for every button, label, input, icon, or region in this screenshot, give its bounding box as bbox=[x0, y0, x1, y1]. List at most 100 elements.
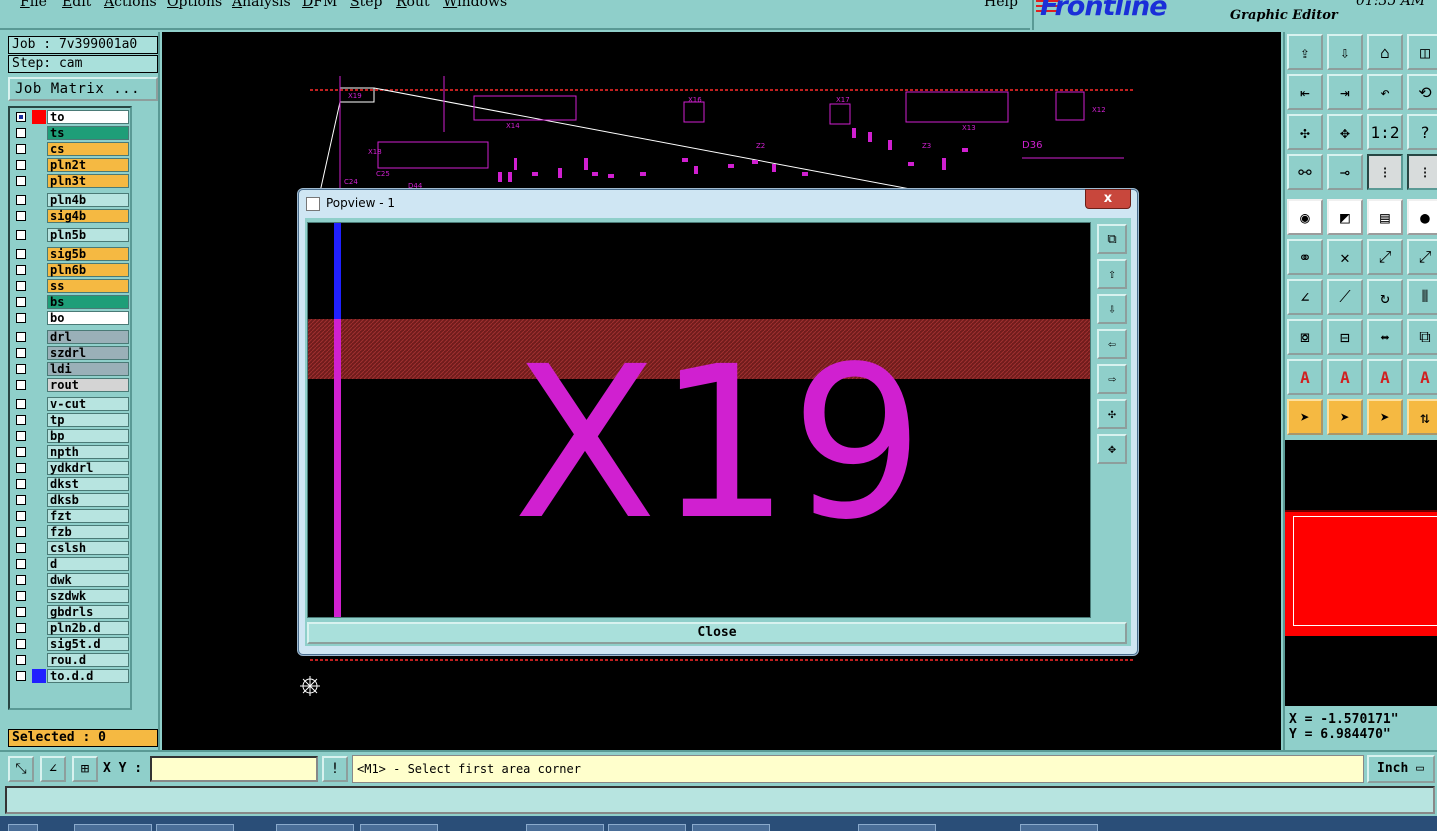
layer-name[interactable]: ts bbox=[47, 126, 129, 140]
pan-up-tool-button[interactable]: ⇪ bbox=[1287, 34, 1323, 70]
draw-line-tool-button[interactable]: ⟋ bbox=[1327, 279, 1363, 315]
layer-row-pln4b[interactable]: pln4b bbox=[12, 193, 130, 207]
layer-row-d[interactable]: d bbox=[12, 557, 130, 571]
taskbar-item[interactable] bbox=[608, 824, 686, 831]
layer-row-ldi[interactable]: ldi bbox=[12, 362, 130, 376]
layer-checkbox[interactable] bbox=[16, 380, 26, 390]
net-tool-button[interactable]: ⚭ bbox=[1287, 239, 1323, 275]
layer-checkbox[interactable] bbox=[16, 265, 26, 275]
pan-right-tool-button[interactable]: ⇥ bbox=[1327, 74, 1363, 110]
layer-row-dksb[interactable]: dksb bbox=[12, 493, 130, 507]
pan-left-tool-button[interactable]: ⇤ bbox=[1287, 74, 1323, 110]
layer-row-tp[interactable]: tp bbox=[12, 413, 130, 427]
unit-selector[interactable]: Inch ▭ bbox=[1367, 755, 1435, 783]
layer-name[interactable]: pln5b bbox=[47, 228, 129, 242]
layer-row-pln2t[interactable]: pln2t bbox=[12, 158, 130, 172]
layer-checkbox[interactable] bbox=[16, 128, 26, 138]
pad-group-tool-button[interactable]: ⧉ bbox=[1407, 319, 1437, 355]
layer-checkbox[interactable] bbox=[16, 655, 26, 665]
popview-pan-up-button[interactable]: ⇧ bbox=[1097, 259, 1127, 289]
layer-checkbox[interactable] bbox=[16, 511, 26, 521]
layer-row-to[interactable]: to bbox=[12, 110, 130, 124]
layer-checkbox[interactable] bbox=[16, 249, 26, 259]
layer-name[interactable]: d bbox=[47, 557, 129, 571]
angle-tool-button[interactable]: ∠ bbox=[1287, 279, 1323, 315]
layer-feature-tool-button[interactable]: ⁝ bbox=[1367, 154, 1403, 190]
popview-close-button[interactable]: Close bbox=[307, 622, 1127, 644]
layer-row-pln6b[interactable]: pln6b bbox=[12, 263, 130, 277]
layer-row-cslsh[interactable]: cslsh bbox=[12, 541, 130, 555]
layer-name[interactable]: sig4b bbox=[47, 209, 129, 223]
layer-checkbox[interactable] bbox=[16, 144, 26, 154]
window-split-tool-button[interactable]: ◫ bbox=[1407, 34, 1437, 70]
layer-checkbox[interactable] bbox=[16, 543, 26, 553]
layer-name[interactable]: cslsh bbox=[47, 541, 129, 555]
pointer-4-tool-button[interactable]: ⇅ bbox=[1407, 399, 1437, 435]
redraw-tool-button[interactable]: ⟲ bbox=[1407, 74, 1437, 110]
snap-mode-button[interactable]: ⤡ bbox=[8, 756, 34, 782]
layer-checkbox[interactable] bbox=[16, 623, 26, 633]
connect-2-tool-button[interactable]: ⤢ bbox=[1407, 239, 1437, 275]
layer-checkbox[interactable] bbox=[16, 297, 26, 307]
menu-rout[interactable]: Rout bbox=[396, 0, 430, 10]
layer-name[interactable]: tp bbox=[47, 413, 129, 427]
popview-titlebar[interactable]: Popview - 1 x bbox=[299, 189, 1137, 216]
layer-feature-2-tool-button[interactable]: ⁝ bbox=[1407, 154, 1437, 190]
layer-row-pln3t[interactable]: pln3t bbox=[12, 174, 130, 188]
layer-row-ss[interactable]: ss bbox=[12, 279, 130, 293]
taskbar-item[interactable] bbox=[526, 824, 604, 831]
layer-checkbox[interactable] bbox=[16, 431, 26, 441]
menu-help[interactable]: Help bbox=[984, 0, 1018, 10]
pointer-3-tool-button[interactable]: ➤ bbox=[1367, 399, 1403, 435]
menu-file[interactable]: File bbox=[20, 0, 47, 10]
layer-name[interactable]: dkst bbox=[47, 477, 129, 491]
zoom-fit-tool-button[interactable]: ✣ bbox=[1287, 114, 1323, 150]
home-tool-button[interactable]: ⌂ bbox=[1367, 34, 1403, 70]
layer-row-pln5b[interactable]: pln5b bbox=[12, 228, 130, 242]
zoom-out-tool-button[interactable]: ✥ bbox=[1327, 114, 1363, 150]
popview-pan-right-button[interactable]: ⇨ bbox=[1097, 364, 1127, 394]
menu-step[interactable]: Step bbox=[350, 0, 382, 10]
popview-zoom-fit-button[interactable]: ⧉ bbox=[1097, 224, 1127, 254]
text-edit-4-tool-button[interactable]: A bbox=[1407, 359, 1437, 395]
popview-zoom-out-button[interactable]: ✥ bbox=[1097, 434, 1127, 464]
layer-checkbox[interactable] bbox=[16, 415, 26, 425]
popview-pan-left-button[interactable]: ⇦ bbox=[1097, 329, 1127, 359]
pointer-tool-button[interactable]: ➤ bbox=[1287, 399, 1323, 435]
layer-name[interactable]: dksb bbox=[47, 493, 129, 507]
layer-row-bs[interactable]: bs bbox=[12, 295, 130, 309]
layer-name[interactable]: sig5t.d bbox=[47, 637, 129, 651]
layer-name[interactable]: bo bbox=[47, 311, 129, 325]
select-area-tool-button[interactable]: ◩ bbox=[1327, 199, 1363, 235]
ruler-tool-button[interactable]: ▤ bbox=[1367, 199, 1403, 235]
layer-checkbox[interactable] bbox=[16, 671, 26, 681]
menu-actions[interactable]: Actions bbox=[104, 0, 157, 10]
layer-row-dkst[interactable]: dkst bbox=[12, 477, 130, 491]
layer-name[interactable]: cs bbox=[47, 142, 129, 156]
mirror-tool-button[interactable]: ⫴ bbox=[1407, 279, 1437, 315]
layer-name[interactable]: bs bbox=[47, 295, 129, 309]
stretch-tool-button[interactable]: ⬌ bbox=[1367, 319, 1403, 355]
layer-checkbox[interactable] bbox=[16, 348, 26, 358]
layer-row-bo[interactable]: bo bbox=[12, 311, 130, 325]
popview-pan-down-button[interactable]: ⇩ bbox=[1097, 294, 1127, 324]
taskbar-item[interactable] bbox=[1020, 824, 1098, 831]
board-overview[interactable] bbox=[1285, 440, 1437, 706]
cross-tool-button[interactable]: ✕ bbox=[1327, 239, 1363, 275]
layer-name[interactable]: drl bbox=[47, 330, 129, 344]
taskbar-item[interactable] bbox=[858, 824, 936, 831]
layer-row-pln2b-d[interactable]: pln2b.d bbox=[12, 621, 130, 635]
menu-analysis[interactable]: Analysis bbox=[232, 0, 291, 10]
layer-row-bp[interactable]: bp bbox=[12, 429, 130, 443]
text-edit-2-tool-button[interactable]: A bbox=[1327, 359, 1363, 395]
measure-tool-button[interactable]: ⚯ bbox=[1287, 154, 1323, 190]
taskbar-item[interactable] bbox=[156, 824, 234, 831]
warning-button[interactable]: ! bbox=[322, 756, 348, 782]
layer-checkbox[interactable] bbox=[16, 112, 26, 122]
layer-checkbox[interactable] bbox=[16, 281, 26, 291]
rotate-tool-button[interactable]: ↻ bbox=[1367, 279, 1403, 315]
layer-row-fzb[interactable]: fzb bbox=[12, 525, 130, 539]
layer-checkbox[interactable] bbox=[16, 195, 26, 205]
menu-edit[interactable]: Edit bbox=[62, 0, 91, 10]
layer-checkbox[interactable] bbox=[16, 399, 26, 409]
